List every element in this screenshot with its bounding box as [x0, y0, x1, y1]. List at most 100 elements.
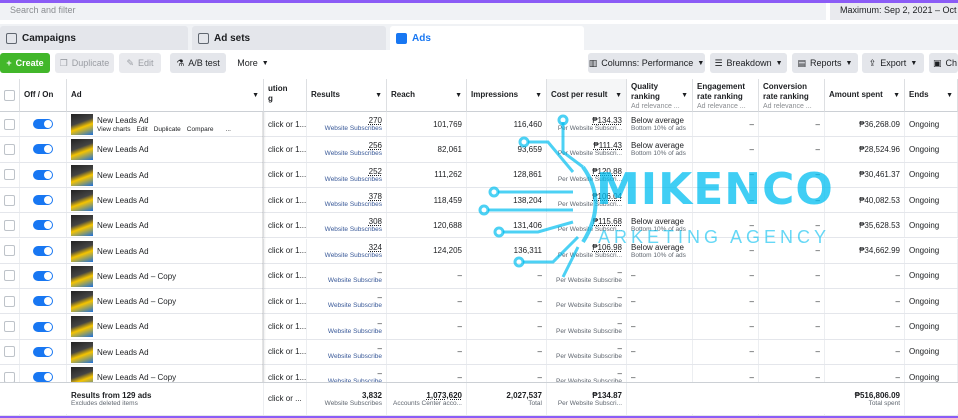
row-checkbox[interactable] [4, 270, 15, 282]
ad-toggle[interactable] [33, 220, 53, 231]
charts-button[interactable]: ▣ Ch [929, 53, 958, 73]
breakdown-button[interactable]: ☰ Breakdown ▼ [710, 53, 787, 73]
cell-sublabel[interactable]: Website Subscribes [325, 201, 382, 208]
create-button[interactable]: + Create [0, 53, 50, 73]
table-row[interactable]: New Leads Ad click or 1... 256 Website Subs… [0, 137, 958, 163]
ad-name[interactable]: New Leads Ad [97, 221, 149, 230]
cell-sublabel: Per Website Subscri... [557, 226, 622, 234]
cell-ends: Ongoing [905, 314, 958, 339]
cell-sublabel[interactable]: Website Subscribes [325, 226, 382, 233]
table-row[interactable]: New Leads Ad click or 1... 308 Website Subs… [0, 213, 958, 239]
ad-name[interactable]: New Leads Ad [97, 247, 149, 256]
cell-sublabel[interactable]: Website Subscribe [328, 328, 382, 335]
select-all-checkbox[interactable] [4, 90, 15, 101]
cell-sublabel[interactable]: Website Subscribe [328, 277, 382, 284]
reports-button[interactable]: ▤ Reports ▼ [792, 53, 858, 73]
ad-name-cell[interactable]: New Leads Ad [67, 339, 264, 364]
ad-name[interactable]: New Leads Ad [97, 171, 149, 180]
duplicate-button[interactable]: ❐ Duplicate [55, 53, 114, 73]
table-row[interactable]: New Leads Ad View charts Edit Duplicate Comp… [0, 112, 958, 138]
edit-button[interactable]: ✎ Edit [119, 53, 161, 73]
ad-name-cell[interactable]: New Leads Ad [67, 187, 264, 213]
ad-name[interactable]: New Leads Ad [97, 196, 149, 205]
duplicate-link[interactable]: Duplicate [154, 126, 181, 133]
ad-toggle[interactable] [33, 372, 53, 383]
ad-name-cell[interactable]: New Leads Ad [67, 314, 264, 339]
ad-name-cell[interactable]: New Leads Ad [67, 238, 264, 263]
ad-name-cell[interactable]: New Leads Ad View charts Edit Duplicate Comp… [67, 112, 264, 137]
header-impressions[interactable]: Impressions ▼ [467, 79, 547, 112]
ad-toggle[interactable] [33, 245, 53, 256]
cell-value: – [815, 322, 820, 332]
ad-name[interactable]: New Leads Ad – Copy [97, 297, 176, 306]
row-checkbox[interactable] [4, 194, 15, 206]
ad-name-cell[interactable]: New Leads Ad – Copy [67, 263, 264, 289]
cell-sublabel[interactable]: Website Subscribes [325, 150, 382, 157]
header-cost-per-result[interactable]: Cost per result ▼ [547, 79, 627, 112]
view-charts-link[interactable]: View charts [97, 126, 130, 133]
ad-name-cell[interactable]: New Leads Ad [67, 213, 264, 238]
tab-ads[interactable]: Ads [390, 26, 584, 50]
cell-sublabel[interactable]: Website Subscribes [325, 252, 382, 259]
export-button[interactable]: ⇪ Export ▼ [862, 53, 924, 73]
row-checkbox[interactable] [4, 219, 15, 231]
ad-toggle[interactable] [33, 119, 53, 130]
ad-toggle[interactable] [33, 296, 53, 307]
table-row[interactable]: New Leads Ad – Copyclick or 1...–Website… [0, 289, 958, 315]
table-row[interactable]: New Leads Ad click or 1... – Website Subscr… [0, 314, 958, 340]
table-row[interactable]: New Leads Ad click or 1... 378 Website Subs… [0, 187, 958, 214]
table-row[interactable]: New Leads Ad – Copyclick or 1...–Website… [0, 263, 958, 290]
ad-name[interactable]: New Leads Ad [97, 145, 149, 154]
header-ad[interactable]: Ad ▼ [67, 79, 264, 112]
row-checkbox[interactable] [4, 295, 15, 307]
table-row[interactable]: New Leads Ad click or 1... 252 Website Subs… [0, 162, 958, 188]
ad-name-cell[interactable]: New Leads Ad – Copy [67, 289, 264, 314]
ad-name[interactable]: New Leads Ad – Copy [97, 272, 176, 281]
header-attribution[interactable]: ution g [264, 79, 307, 112]
edit-link[interactable]: Edit [136, 126, 147, 133]
header-results[interactable]: Results ▼ [307, 79, 387, 112]
header-reach[interactable]: Reach ▼ [387, 79, 467, 112]
row-checkbox[interactable] [4, 169, 15, 181]
header-off-on[interactable]: Off / On [20, 79, 67, 112]
tab-campaigns[interactable]: Campaigns [0, 26, 188, 50]
search-input[interactable]: Search and filter [0, 3, 826, 20]
ad-toggle[interactable] [33, 321, 53, 332]
footer-impressions: 2,027,537 Total [467, 383, 547, 414]
row-checkbox[interactable] [4, 321, 15, 333]
ad-name-cell[interactable]: New Leads Ad [67, 137, 264, 162]
table-row[interactable]: New Leads Ad click or 1... – Website Subscr… [0, 339, 958, 365]
row-checkbox[interactable] [4, 118, 15, 130]
more-options-icon[interactable]: ... [226, 126, 231, 133]
cell-sublabel[interactable]: Website Subscribe [328, 353, 382, 360]
ad-toggle[interactable] [33, 195, 53, 206]
cell-sublabel[interactable]: Website Subscribe [328, 302, 382, 309]
ad-name[interactable]: New Leads Ad [97, 322, 149, 331]
ad-toggle[interactable] [33, 346, 53, 357]
header-conversion-ranking[interactable]: Conversion rate ranking Ad relevance ... [759, 79, 825, 112]
ad-name[interactable]: New Leads Ad [97, 116, 149, 125]
row-checkbox[interactable] [4, 371, 15, 383]
date-range-picker[interactable]: Maximum: Sep 2, 2021 – Oct 2, 2021 [830, 3, 958, 20]
ad-name[interactable]: New Leads Ad – Copy [97, 373, 176, 382]
cell-sublabel[interactable]: Website Subscribes [325, 176, 382, 183]
header-ends[interactable]: Ends ▼ [905, 79, 958, 112]
ad-toggle[interactable] [33, 270, 53, 281]
ad-toggle[interactable] [33, 144, 53, 155]
row-checkbox[interactable] [4, 143, 15, 155]
header-quality-ranking[interactable]: Quality ranking Ad relevance ... ▼ [627, 79, 693, 112]
compare-link[interactable]: Compare [187, 126, 214, 133]
more-button[interactable]: More ▼ [232, 53, 274, 73]
ad-name-cell[interactable]: New Leads Ad [67, 162, 264, 187]
columns-button[interactable]: ▥ Columns: Performance ▼ [588, 53, 705, 73]
cell-sublabel[interactable]: Website Subscribes [325, 125, 382, 132]
table-row[interactable]: New Leads Ad click or 1... 324 Website Subs… [0, 238, 958, 264]
row-checkbox[interactable] [4, 245, 15, 257]
ad-toggle[interactable] [33, 169, 53, 180]
row-checkbox[interactable] [4, 346, 15, 358]
tab-ad-sets[interactable]: Ad sets [192, 26, 386, 50]
header-amount-spent[interactable]: Amount spent ▼ [825, 79, 905, 112]
ad-name[interactable]: New Leads Ad [97, 348, 149, 357]
header-engagement-ranking[interactable]: Engagement rate ranking Ad relevance ... [693, 79, 759, 112]
ab-test-button[interactable]: ⚗ A/B test [170, 53, 226, 73]
